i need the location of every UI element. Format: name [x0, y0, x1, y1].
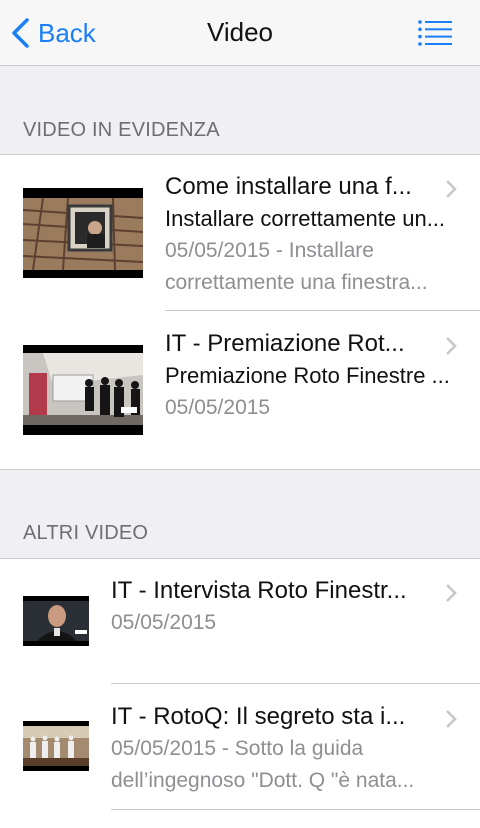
video-thumbnail — [23, 188, 143, 278]
video-row[interactable]: Come installare una f... Installare corr… — [0, 155, 480, 311]
video-description-cont: correttamente una finestra... — [165, 271, 428, 294]
other-video-list: IT - Intervista Roto Finestr... 05/05/20… — [0, 558, 480, 828]
video-thumbnail — [23, 596, 89, 646]
video-row[interactable]: IT - RotoQ: Il segreto sta i... 05/05/20… — [0, 685, 480, 815]
video-description: 05/05/2015 — [111, 611, 217, 634]
chevron-right-icon — [446, 710, 457, 728]
video-thumbnail — [23, 721, 89, 771]
video-text: IT - RotoQ: Il segreto sta i... 05/05/20… — [111, 701, 454, 797]
video-text: IT - Premiazione Rot... Premiazione Roto… — [165, 328, 454, 424]
video-description: 05/05/2015 - Installare — [165, 239, 374, 262]
video-description-cont: dell’ingegnoso "Dott. Q "è nata... — [111, 769, 415, 792]
video-subtitle: Installare correttamente un... — [165, 206, 446, 231]
chevron-right-icon — [446, 337, 457, 355]
video-text: Come installare una f... Installare corr… — [165, 171, 454, 299]
page-title: Video — [206, 17, 274, 47]
row-separator — [165, 310, 480, 311]
row-separator — [111, 683, 480, 684]
video-thumbnail — [23, 345, 143, 435]
video-description: 05/05/2015 — [165, 396, 271, 419]
video-title: IT - Intervista Roto Finestr... — [111, 577, 407, 604]
video-title: IT - Premiazione Rot... — [165, 330, 405, 357]
video-text: IT - Intervista Roto Finestr... 05/05/20… — [111, 575, 454, 639]
navigation-bar: Back Video — [0, 0, 480, 66]
chevron-right-icon — [446, 584, 457, 602]
video-description: 05/05/2015 - Sotto la guida — [111, 737, 364, 760]
video-title: IT - RotoQ: Il segreto sta i... — [111, 703, 406, 730]
video-row[interactable]: IT - Intervista Roto Finestr... 05/05/20… — [0, 559, 480, 684]
chevron-right-icon — [446, 180, 457, 198]
featured-video-list: Come installare una f... Installare corr… — [0, 154, 480, 470]
list-icon[interactable] — [418, 20, 452, 46]
row-separator — [111, 809, 480, 810]
video-row[interactable]: IT - Premiazione Rot... Premiazione Roto… — [0, 312, 480, 470]
video-subtitle: Premiazione Roto Finestre ... — [165, 363, 450, 388]
video-title: Come installare una f... — [165, 173, 412, 200]
